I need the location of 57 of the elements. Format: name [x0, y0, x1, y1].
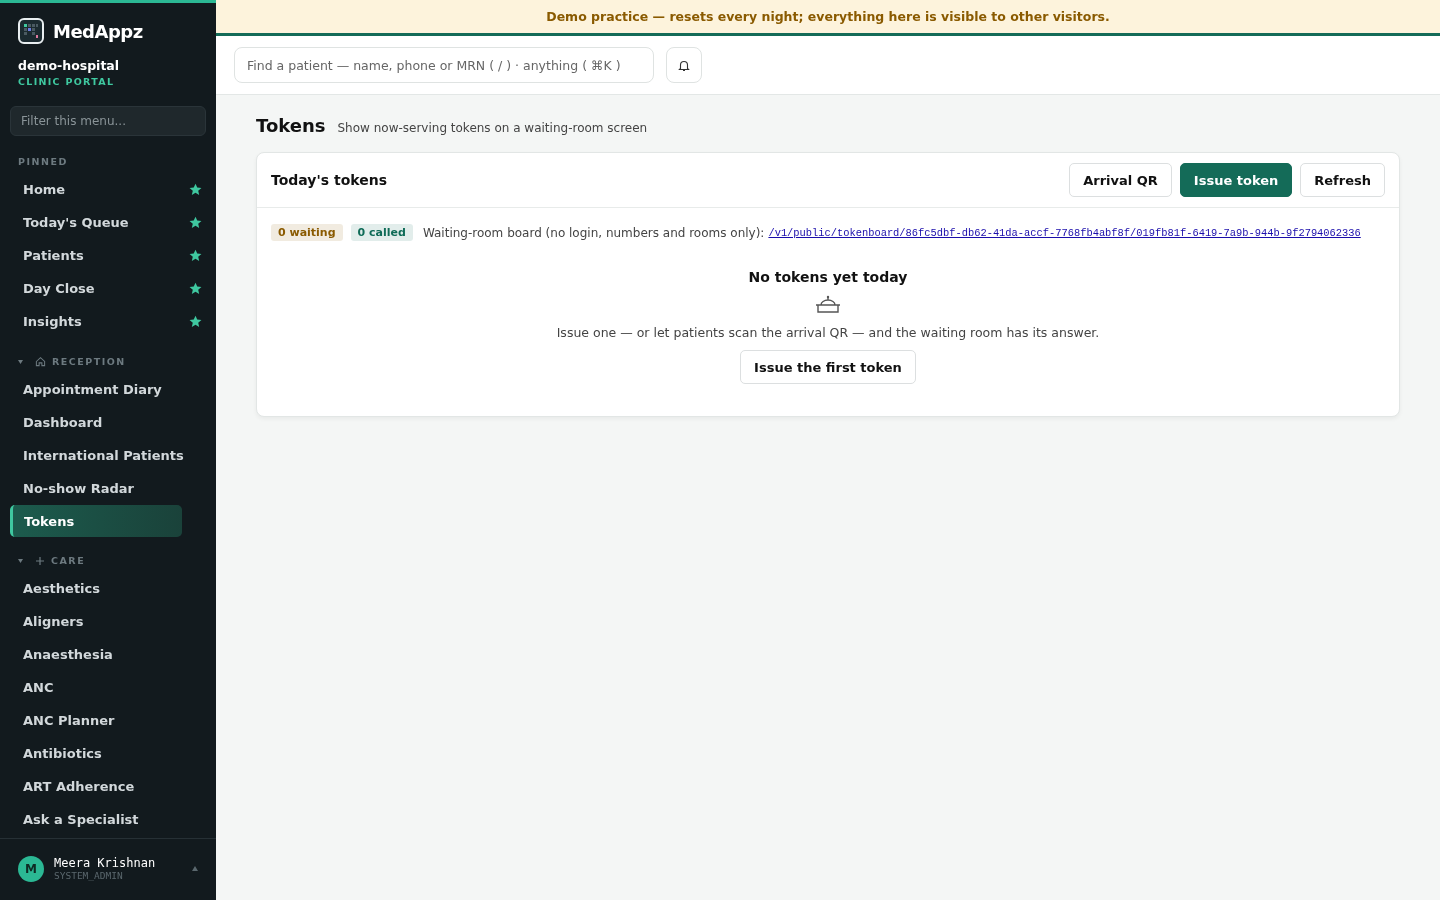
empty-message: Issue one — or let patients scan the arrival QR — and the waiting room has its answer.: [556, 325, 1100, 340]
nav-item[interactable]: Anaesthesia: [0, 638, 216, 671]
board-link[interactable]: /v1/public/tokenboard/86fc5dbf-db62-41da-accf-7768fb4abf8f/019fb81f-6419-7a9b-944b-9f2794062336: [768, 226, 1361, 239]
portal-label: CLINIC PORTAL: [17, 75, 116, 87]
caret-icon[interactable]: [192, 866, 198, 871]
nav-item[interactable]: Dashboard: [0, 406, 216, 439]
issue-first-button[interactable]: Issue the first token: [740, 350, 916, 384]
star-icon[interactable]: [189, 216, 202, 229]
demo-banner: Demo practice — resets every night; everything here is visible to other visitors.: [216, 0, 1440, 36]
count-badge: 0 waiting: [271, 224, 343, 241]
nav-item[interactable]: Day Close: [0, 272, 216, 305]
nav-item[interactable]: International Patients: [0, 439, 216, 472]
nav-item[interactable]: Tokens: [10, 505, 182, 537]
nav-item[interactable]: Aesthetics: [0, 572, 216, 605]
star-icon[interactable]: [189, 282, 202, 295]
star-icon[interactable]: [189, 183, 202, 196]
plus-icon: [35, 555, 45, 566]
search-field[interactable]: Find a patient — name, phone or MRN ( / ) · anything ( ⌘K ): [234, 47, 654, 83]
nav-item[interactable]: ANC Planner: [0, 704, 216, 737]
nav-item[interactable]: Appointment Diary: [0, 373, 216, 406]
nav-item[interactable]: Today's Queue: [0, 206, 216, 239]
caret-icon[interactable]: [18, 359, 23, 364]
nav-item[interactable]: Antibiotics: [0, 737, 216, 770]
section-title: PINNED: [18, 156, 68, 167]
action-button[interactable]: Refresh: [1300, 163, 1385, 197]
nav-item[interactable]: ART Adherence: [0, 770, 216, 803]
board-description: Waiting-room board (no login, numbers and rooms only):: [422, 225, 765, 240]
brand-name: MedAppz: [53, 20, 143, 42]
nav-item[interactable]: ANC: [0, 671, 216, 704]
caret-icon[interactable]: [18, 558, 23, 563]
section-title: CARE: [51, 555, 86, 566]
nav-item[interactable]: Home: [0, 173, 216, 206]
nav-item[interactable]: Ask a Specialist: [0, 803, 216, 836]
star-icon[interactable]: [189, 249, 202, 262]
page-subtitle: Show now-serving tokens on a waiting-room screen: [337, 121, 648, 135]
house-icon: [35, 356, 46, 367]
nav-item[interactable]: No-show Radar: [0, 472, 216, 505]
user-role: SYSTEM_ADMIN: [54, 870, 124, 881]
card-title: Today's tokens: [271, 172, 387, 188]
org-name: demo-hospital: [17, 57, 121, 73]
nav-item[interactable]: Aligners: [0, 605, 216, 638]
page-title: Tokens: [256, 115, 326, 136]
bell-icon: [678, 58, 690, 72]
user-avatar: M: [18, 855, 44, 882]
nav-item[interactable]: Patients: [0, 239, 216, 272]
empty-title: No tokens yet today: [748, 269, 908, 285]
user-name: Meera Krishnan: [54, 856, 157, 870]
tray-icon: [814, 295, 842, 315]
filter-field[interactable]: Filter this menu...: [10, 106, 206, 136]
nav-item[interactable]: Insights: [0, 305, 216, 338]
notifications-button[interactable]: [666, 47, 702, 83]
action-button[interactable]: Arrival QR: [1069, 163, 1172, 197]
issue-button[interactable]: Issue token: [1179, 163, 1293, 197]
count-badge: 0 called: [350, 224, 413, 241]
star-icon[interactable]: [189, 315, 202, 328]
section-title: RECEPTION: [52, 356, 126, 367]
logo-icon: [18, 18, 44, 44]
